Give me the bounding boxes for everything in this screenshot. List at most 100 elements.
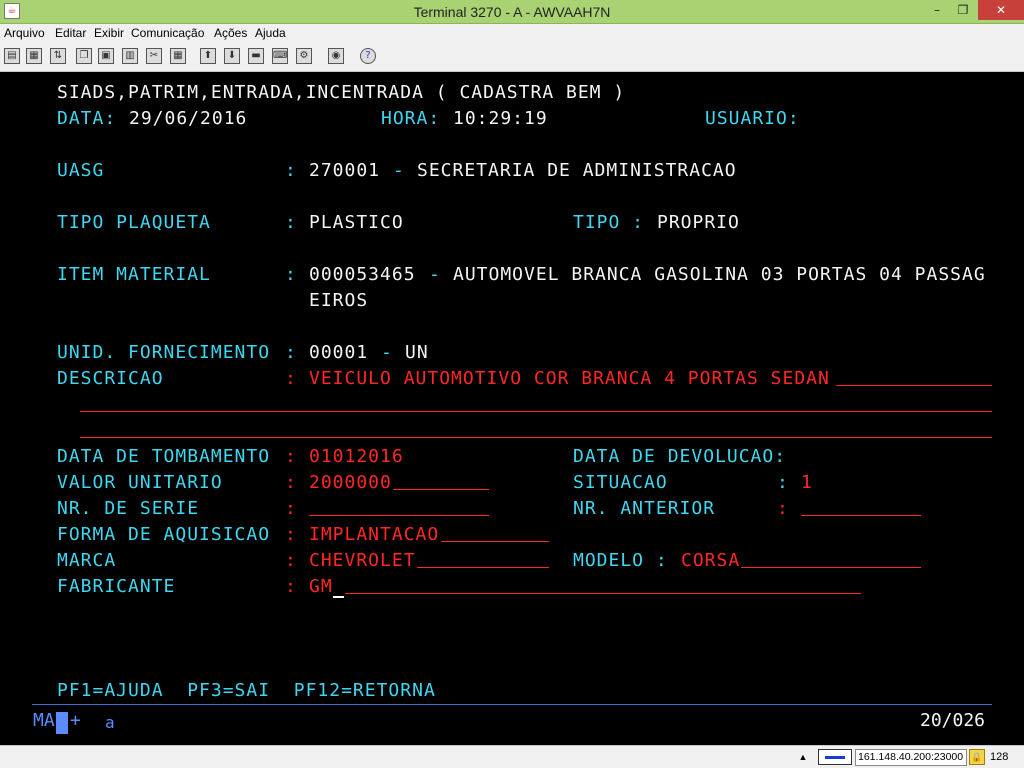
tipo-label: TIPO : [573, 212, 645, 233]
print-screen-icon[interactable]: ▤ [4, 48, 20, 64]
macro-icon[interactable]: ▬ [248, 48, 264, 64]
situacao-value: 1 [801, 472, 813, 493]
oia-separator [32, 704, 992, 705]
data-value: 29/06/2016 [129, 108, 248, 129]
forma-aquisicao-field[interactable]: IMPLANTACAO [309, 522, 439, 548]
lock-icon: 🔒 [969, 749, 985, 765]
fabricante-underline[interactable] [345, 593, 861, 594]
modelo-field[interactable]: CORSA [681, 548, 740, 574]
descricao-label: DESCRICAO [57, 368, 164, 389]
menu-editar[interactable]: Editar [55, 26, 86, 40]
item-material-desc: AUTOMOVEL BRANCA GASOLINA 03 PORTAS 04 P… [453, 264, 986, 285]
menu-acoes[interactable]: Ações [214, 26, 247, 40]
usuario-label: USUARIO: [705, 108, 800, 129]
uasg-sep: : [285, 160, 297, 181]
text-cursor [333, 596, 344, 598]
tipo-value: PROPRIO [657, 212, 740, 233]
select-all-icon[interactable]: ▦ [170, 48, 186, 64]
minimize-button[interactable]: – [924, 0, 950, 20]
transfer-icon[interactable]: ⇅ [50, 48, 66, 64]
host-address: 161.148.40.200:23000 [855, 749, 967, 766]
marca-label: MARCA [57, 550, 117, 571]
screen-title: SIADS,PATRIM,ENTRADA,INCENTRADA ( CADAST… [57, 82, 626, 103]
hora-label: HORA: [381, 108, 441, 129]
oia-input-indicator [56, 712, 68, 734]
keyboard-icon[interactable]: ⌨ [272, 48, 288, 64]
tipo-plaqueta-sep: : [285, 212, 297, 233]
valor-unitario-field[interactable]: 2000000 [309, 470, 392, 496]
nr-serie-field[interactable] [309, 515, 489, 516]
data-devolucao-label: DATA DE DEVOLUCAO: [573, 446, 787, 467]
print-setup-icon[interactable]: ▦ [26, 48, 42, 64]
forma-aquisicao-label: FORMA DE AQUISICAO [57, 524, 271, 545]
data-label: DATA: [57, 108, 117, 129]
status-bar: ▲ 161.148.40.200:23000 🔒 128 [0, 745, 1024, 768]
valor-unitario-label: VALOR UNITARIO [57, 472, 223, 493]
nr-anterior-field[interactable] [801, 515, 921, 516]
oia-mode: MA [33, 710, 55, 731]
situacao-label: SITUACAO [573, 472, 668, 493]
uasg-code: 270001 [309, 160, 381, 181]
descricao-underline[interactable] [836, 385, 992, 386]
menu-exibir[interactable]: Exibir [94, 26, 124, 40]
terminal-screen[interactable]: SIADS,PATRIM,ENTRADA,INCENTRADA ( CADAST… [0, 72, 1024, 745]
send-file-icon[interactable]: ⬆ [200, 48, 216, 64]
paste-next-icon[interactable]: ▥ [122, 48, 138, 64]
menu-ajuda[interactable]: Ajuda [255, 26, 286, 40]
situacao-sep: : [777, 472, 789, 493]
unid-fornecimento-sep: : [285, 342, 297, 363]
tipo-plaqueta-value: PLASTICO [309, 212, 404, 233]
menu-comunicacao[interactable]: Comunicação [131, 26, 204, 40]
receive-file-icon[interactable]: ⬇ [224, 48, 240, 64]
unid-fornecimento-label: UNID. FORNECIMENTO [57, 342, 271, 363]
help-icon[interactable]: ? [360, 48, 376, 64]
paste-icon[interactable]: ▣ [98, 48, 114, 64]
descricao-field[interactable]: VEICULO AUTOMOTIVO COR BRANCA 4 PORTAS S… [309, 366, 830, 392]
cut-icon[interactable]: ✂ [146, 48, 162, 64]
tipo-plaqueta-label: TIPO PLAQUETA [57, 212, 211, 233]
menu-arquivo[interactable]: Arquivo [4, 26, 45, 40]
nr-serie-sep: : [285, 498, 297, 519]
valor-unitario-underline[interactable] [393, 489, 489, 490]
item-material-desc-cont: EIROS [309, 290, 369, 311]
data-tombamento-field[interactable]: 01012016 [309, 444, 404, 470]
descricao-line-2[interactable] [80, 411, 992, 412]
marca-field[interactable]: CHEVROLET [309, 548, 416, 574]
macro-record-icon[interactable]: ◉ [328, 48, 344, 64]
maximize-button[interactable]: ❐ [950, 0, 976, 20]
item-material-code: 000053465 [309, 264, 416, 285]
forma-aquisicao-underline[interactable] [441, 541, 549, 542]
copy-icon[interactable]: ❐ [76, 48, 92, 64]
uasg-label: UASG [57, 160, 105, 181]
hora-value: 10:29:19 [453, 108, 548, 129]
fabricante-sep: : [285, 576, 297, 597]
uasg-name: SECRETARIA DE ADMINISTRACAO [417, 160, 737, 181]
data-tombamento-label: DATA DE TOMBAMENTO [57, 446, 271, 467]
nr-serie-label: NR. DE SERIE [57, 498, 200, 519]
descricao-sep: : [285, 368, 297, 389]
forma-aquisicao-sep: : [285, 524, 297, 545]
fabricante-field[interactable]: GM [309, 574, 333, 600]
close-button[interactable]: ✕ [978, 0, 1024, 20]
item-material-dash: - [429, 264, 441, 285]
window-title: Terminal 3270 - A - AWVAAH7N [413, 4, 611, 20]
settings-icon[interactable]: ⚙ [296, 48, 312, 64]
encryption-bits: 128 [990, 751, 1009, 763]
marca-underline[interactable] [417, 567, 549, 568]
oia-indicator: a [105, 713, 115, 732]
fabricante-label: FABRICANTE [57, 576, 176, 597]
data-tombamento-sep: : [285, 446, 297, 467]
item-material-label: ITEM MATERIAL [57, 264, 211, 285]
uasg-dash: - [393, 160, 405, 181]
marca-sep: : [285, 550, 297, 571]
valor-unitario-sep: : [285, 472, 297, 493]
oia-cursor-position: 20/026 [920, 710, 986, 731]
nr-anterior-label: NR. ANTERIOR [573, 498, 716, 519]
connection-icon [818, 749, 852, 765]
title-bar: ☕ Terminal 3270 - A - AWVAAH7N – ❐ ✕ [0, 0, 1024, 24]
scroll-up-icon[interactable]: ▲ [796, 749, 810, 765]
descricao-line-3[interactable] [80, 437, 992, 438]
modelo-label: MODELO : [573, 550, 668, 571]
oia-plus: + [70, 710, 81, 731]
modelo-underline[interactable] [741, 567, 921, 568]
